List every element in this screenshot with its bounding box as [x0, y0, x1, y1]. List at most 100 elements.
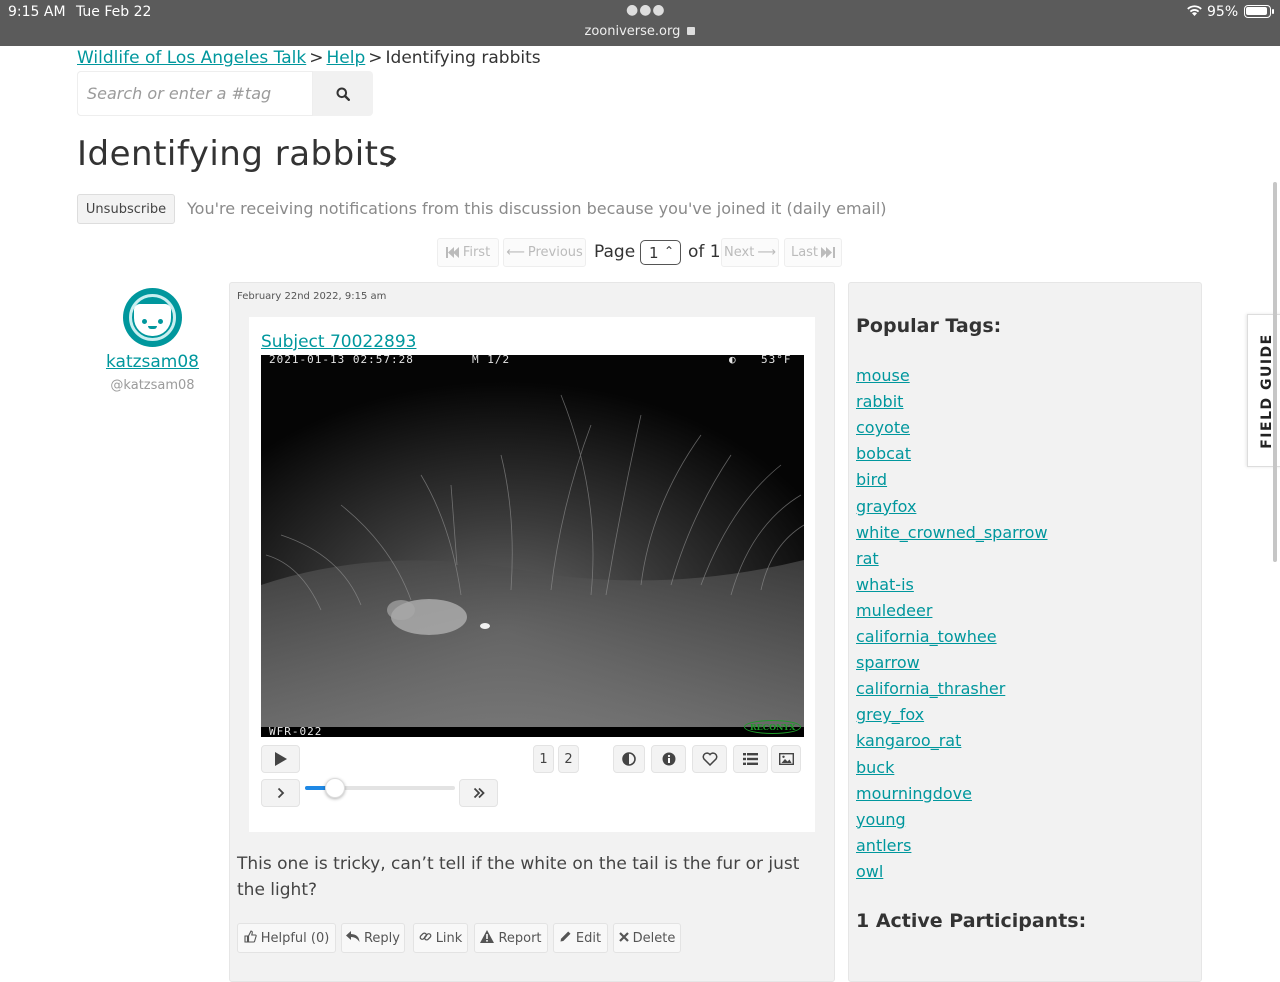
next-page-label: Next: [724, 245, 755, 260]
unsubscribe-button[interactable]: Unsubscribe: [77, 194, 175, 224]
author-name-link[interactable]: katzsam08: [77, 352, 228, 372]
last-page-button[interactable]: Last: [784, 238, 842, 267]
thumbs-up-icon: [244, 929, 257, 947]
double-chevron-right-icon: [473, 787, 485, 799]
notification-notice: You're receiving notifications from this…: [187, 199, 887, 218]
edit-title-pencil-icon[interactable]: [385, 153, 398, 172]
tag-link[interactable]: rabbit: [856, 392, 903, 411]
metadata-button[interactable]: [651, 745, 686, 773]
warning-icon: [480, 929, 495, 947]
tag-link[interactable]: coyote: [856, 418, 910, 437]
invert-button[interactable]: [613, 745, 645, 773]
delete-label: Delete: [632, 930, 676, 946]
reply-button[interactable]: Reply: [341, 923, 405, 953]
camera-trap-image[interactable]: 2021-01-13 02:57:28 M 1/2 ◐ 53°F WFR-022…: [261, 355, 804, 737]
moon-icon: ◐: [729, 355, 737, 366]
image-icon: [778, 753, 794, 765]
report-label: Report: [498, 930, 542, 946]
play-icon: [274, 752, 287, 766]
next-page-button[interactable]: Next ⟶: [721, 238, 779, 267]
info-icon: [662, 752, 675, 766]
first-page-label: First: [462, 245, 491, 260]
previous-page-button[interactable]: ⟵ Previous: [503, 238, 586, 267]
delete-button[interactable]: Delete: [613, 923, 681, 953]
camera-timestamp: 2021-01-13 02:57:28: [269, 355, 414, 366]
breadcrumb: Wildlife of Los Angeles Talk > Help > Identi…: [77, 48, 541, 68]
search-button[interactable]: [313, 71, 373, 116]
battery-percent: 95%: [1207, 4, 1239, 20]
tag-link[interactable]: grey_fox: [856, 705, 924, 724]
comment-body: This one is tricky, can’t tell if the wh…: [237, 854, 800, 900]
tag-link[interactable]: owl: [856, 862, 883, 881]
tag-link[interactable]: grayfox: [856, 497, 916, 516]
edit-button[interactable]: Edit: [553, 923, 608, 953]
first-page-button[interactable]: First: [437, 238, 499, 267]
subject-link[interactable]: Subject 70022893: [261, 332, 416, 352]
status-time: 9:15 AM: [8, 4, 66, 20]
tag-link[interactable]: california_thrasher: [856, 679, 1005, 698]
breadcrumb-separator: >: [309, 48, 324, 68]
frame-slider-thumb[interactable]: [325, 778, 345, 798]
page-label: Page: [594, 242, 636, 262]
tag-link[interactable]: antlers: [856, 836, 911, 855]
frame-1-button[interactable]: 1: [533, 745, 554, 773]
tag-link[interactable]: young: [856, 810, 906, 829]
favorite-button[interactable]: [692, 745, 727, 773]
collections-button[interactable]: [733, 745, 768, 773]
report-button[interactable]: Report: [474, 923, 548, 953]
up-down-chevron-icon: ⌃: [663, 244, 674, 258]
view-image-button[interactable]: [771, 745, 801, 773]
helpful-button[interactable]: Helpful (0): [237, 923, 336, 953]
lock-icon: [687, 27, 696, 35]
tag-link[interactable]: mourningdove: [856, 784, 972, 803]
talk-search: [77, 71, 373, 116]
edit-label: Edit: [575, 930, 602, 946]
page-select-value: 1: [649, 243, 659, 262]
breadcrumb-board-link[interactable]: Help: [327, 48, 366, 68]
camera-brand-logo: RECONYX: [744, 720, 802, 734]
skip-to-end-button[interactable]: [459, 779, 498, 807]
tag-link[interactable]: kangaroo_rat: [856, 731, 961, 750]
search-input[interactable]: [77, 71, 313, 116]
play-button[interactable]: [261, 745, 300, 773]
arrow-left-icon: ⟵: [506, 245, 525, 260]
battery-icon: [1244, 5, 1274, 18]
page-select[interactable]: 1 ⌃: [640, 240, 681, 265]
link-button[interactable]: Link: [413, 923, 468, 953]
more-icon[interactable]: ●●●: [626, 2, 666, 18]
tag-link[interactable]: what-is: [856, 575, 914, 594]
tag-link[interactable]: bobcat: [856, 444, 911, 463]
camera-id: WFR-022: [269, 725, 323, 737]
tag-link[interactable]: sparrow: [856, 653, 920, 672]
step-forward-button[interactable]: [261, 779, 300, 807]
tag-link[interactable]: muledeer: [856, 601, 932, 620]
breadcrumb-project-link[interactable]: Wildlife of Los Angeles Talk: [77, 48, 306, 68]
ios-status-bar: 9:15 AM Tue Feb 22 ●●● zooniverse.org 95…: [0, 0, 1280, 46]
avatar[interactable]: [123, 288, 182, 347]
address-bar[interactable]: zooniverse.org: [0, 24, 1280, 39]
popular-tags-heading: Popular Tags:: [856, 315, 1002, 337]
tag-link[interactable]: bird: [856, 470, 887, 489]
last-page-icon: [821, 247, 836, 258]
tag-link[interactable]: california_towhee: [856, 627, 997, 646]
tag-link[interactable]: buck: [856, 758, 894, 777]
author-login: @katzsam08: [110, 378, 195, 393]
tag-link[interactable]: rat: [856, 549, 879, 568]
comment-date: February 22nd 2022, 9:15 am: [237, 291, 387, 302]
last-page-label: Last: [790, 245, 819, 260]
scrollbar[interactable]: [1273, 182, 1277, 562]
page-title: Identifying rabbits: [77, 134, 397, 174]
camera-mode: M 1/2: [472, 355, 511, 366]
frame-2-button[interactable]: 2: [558, 745, 579, 773]
url-text: zooniverse.org: [584, 24, 681, 39]
link-label: Link: [435, 930, 463, 946]
reply-label: Reply: [363, 930, 400, 946]
breadcrumb-separator: >: [368, 48, 383, 68]
tag-link[interactable]: mouse: [856, 366, 910, 385]
list-icon: [743, 753, 758, 765]
camera-temperature: 53°F: [761, 355, 792, 366]
contrast-icon: [622, 752, 636, 766]
tag-link[interactable]: white_crowned_sparrow: [856, 523, 1048, 542]
active-participants-heading: 1 Active Participants:: [856, 910, 1087, 932]
pencil-icon: [560, 930, 572, 946]
